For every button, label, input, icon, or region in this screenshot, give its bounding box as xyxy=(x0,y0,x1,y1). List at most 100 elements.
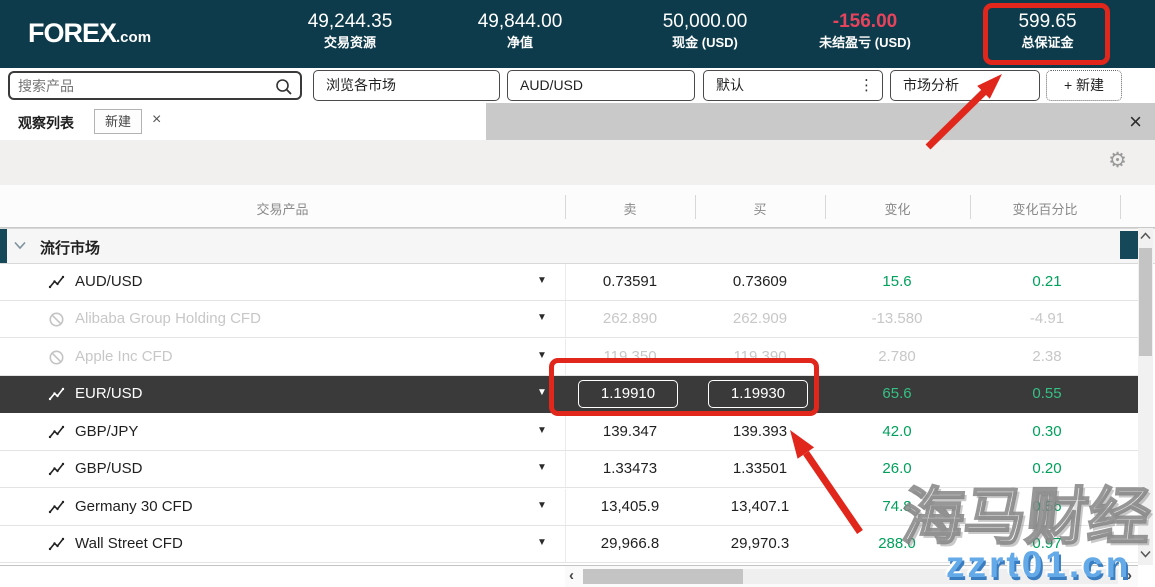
instrument-name: GBP/USD xyxy=(75,460,143,477)
change-value: -13.580 xyxy=(827,310,967,327)
blocked-icon xyxy=(48,311,65,328)
vertical-scroll-thumb[interactable] xyxy=(1139,248,1152,356)
row-dropdown-icon[interactable]: ▼ xyxy=(537,350,547,361)
buy-price[interactable]: 29,970.3 xyxy=(695,535,825,552)
chevron-down-icon[interactable] xyxy=(14,241,26,250)
sell-price[interactable]: 0.73591 xyxy=(565,273,695,290)
column-header-change: 变化 xyxy=(825,199,970,218)
sell-price[interactable]: 29,966.8 xyxy=(565,535,695,552)
change-pct-value: 0.30 xyxy=(977,423,1117,440)
stat-unrealized-pl: -156.00 未结盈亏 (USD) xyxy=(785,10,945,51)
sell-price[interactable]: 139.347 xyxy=(565,423,695,440)
change-value: 42.0 xyxy=(827,423,967,440)
scroll-down-icon[interactable] xyxy=(1140,550,1151,558)
change-value: 288.0 xyxy=(827,535,967,552)
stat-total-margin: 599.65 总保证金 xyxy=(985,10,1110,51)
product-search-box[interactable] xyxy=(8,71,302,100)
horizontal-scrollbar[interactable]: ‹ › xyxy=(565,565,1138,587)
section-accent-bar xyxy=(0,229,7,263)
row-dropdown-icon[interactable]: ▼ xyxy=(537,312,547,323)
horizontal-scroll-thumb[interactable] xyxy=(583,569,743,584)
row-dropdown-icon[interactable]: ▼ xyxy=(537,537,547,548)
change-value: 2.780 xyxy=(827,348,967,365)
tab-close-icon[interactable]: × xyxy=(152,111,161,129)
change-pct-value: 0.21 xyxy=(977,273,1117,290)
row-dropdown-icon[interactable]: ▼ xyxy=(537,387,547,398)
sell-price-button[interactable]: 1.19910 xyxy=(578,380,678,408)
change-value: 15.6 xyxy=(827,273,967,290)
table-row-gbpusd[interactable]: GBP/USD ▼ 1.33473 1.33501 26.0 0.20 xyxy=(0,451,1138,488)
search-input[interactable] xyxy=(18,74,268,97)
row-dropdown-icon[interactable]: ▼ xyxy=(537,425,547,436)
table-row-alibaba[interactable]: Alibaba Group Holding CFD ▼ 262.890 262.… xyxy=(0,301,1138,338)
instrument-name: Alibaba Group Holding CFD xyxy=(75,310,261,327)
new-tab-button[interactable]: + 新建 xyxy=(1046,70,1122,101)
buy-price: 262.909 xyxy=(695,310,825,327)
instrument-name: Germany 30 CFD xyxy=(75,498,193,515)
watchlist-tab-title: 观察列表 xyxy=(18,113,74,133)
sell-price[interactable]: 13,405.9 xyxy=(565,498,695,515)
table-row-wallstreet[interactable]: Wall Street CFD ▼ 29,966.8 29,970.3 288.… xyxy=(0,526,1138,563)
scroll-up-icon[interactable] xyxy=(1140,232,1151,240)
row-dropdown-icon[interactable]: ▼ xyxy=(537,462,547,473)
settings-gear-icon[interactable]: ⚙ xyxy=(1108,148,1127,173)
chart-icon xyxy=(48,386,65,403)
instrument-tab-audusd[interactable]: AUD/USD xyxy=(507,70,695,101)
buy-price[interactable]: 0.73609 xyxy=(695,273,825,290)
column-header-change-pct: 变化百分比 xyxy=(970,199,1120,218)
chart-icon xyxy=(48,499,65,516)
buy-price[interactable]: 1.33501 xyxy=(695,460,825,477)
column-header-buy: 买 xyxy=(695,199,825,218)
column-divider xyxy=(1120,195,1121,219)
kebab-menu-icon[interactable]: ⋮ xyxy=(859,71,874,100)
column-header-sell: 卖 xyxy=(565,199,695,218)
table-row-apple[interactable]: Apple Inc CFD ▼ 119.350 119.390 2.780 2.… xyxy=(0,339,1138,376)
instrument-name: EUR/USD xyxy=(75,385,143,402)
account-summary-bar: FOREX.com 49,244.35 交易资源 49,844.00 净值 50… xyxy=(0,0,1155,68)
buy-price[interactable]: 139.393 xyxy=(695,423,825,440)
change-pct-value: 0.55 xyxy=(977,385,1117,402)
market-analysis-button[interactable]: 市场分析 xyxy=(890,70,1040,101)
sell-price: 119.350 xyxy=(565,348,695,365)
watchlist-subheader: ⚙ xyxy=(0,140,1155,185)
change-value: 65.6 xyxy=(827,385,967,402)
chart-icon xyxy=(48,536,65,553)
layout-select-default[interactable]: 默认⋮ xyxy=(703,70,883,101)
vertical-scrollbar[interactable] xyxy=(1138,228,1153,565)
instrument-name: AUD/USD xyxy=(75,273,143,290)
row-dropdown-icon[interactable]: ▼ xyxy=(537,275,547,286)
change-pct-value: 0.97 xyxy=(977,535,1117,552)
stat-trading-resources: 49,244.35 交易资源 xyxy=(280,10,420,51)
browse-markets-button[interactable]: 浏览各市场 xyxy=(313,70,500,101)
watchlist-new-button[interactable]: 新建 xyxy=(94,109,142,134)
table-row-eurusd[interactable]: EUR/USD ▼ 1.19910 1.19930 65.6 0.55 xyxy=(0,376,1138,413)
change-pct-value: 2.38 xyxy=(977,348,1117,365)
scroll-left-icon[interactable]: ‹ xyxy=(569,567,574,584)
sell-price: 262.890 xyxy=(565,310,695,327)
horizontal-scroll-track[interactable] xyxy=(583,569,1118,584)
scroll-right-icon[interactable]: › xyxy=(1127,567,1132,584)
row-dropdown-icon[interactable]: ▼ xyxy=(537,500,547,511)
instrument-name: Wall Street CFD xyxy=(75,535,183,552)
column-divider xyxy=(970,195,971,219)
table-header: 交易产品 卖 买 变化 变化百分比 xyxy=(0,185,1155,228)
change-pct-value: -4.91 xyxy=(977,310,1117,327)
search-icon xyxy=(275,78,293,96)
table-row-germany30[interactable]: Germany 30 CFD ▼ 13,405.9 13,407.1 74.8 … xyxy=(0,489,1138,526)
panel-close-icon[interactable]: × xyxy=(1129,109,1142,135)
sell-price[interactable]: 1.33473 xyxy=(565,460,695,477)
logo-text: FOREX xyxy=(28,18,116,48)
table-row-gbpjpy[interactable]: GBP/JPY ▼ 139.347 139.393 42.0 0.30 xyxy=(0,414,1138,451)
buy-price: 119.390 xyxy=(695,348,825,365)
buy-price-button[interactable]: 1.19930 xyxy=(708,380,808,408)
chart-icon xyxy=(48,274,65,291)
watchlist-active-tab[interactable]: 观察列表 新建 × xyxy=(0,103,486,140)
change-value: 74.8 xyxy=(827,498,967,515)
instrument-name: Apple Inc CFD xyxy=(75,348,173,365)
table-row-audusd[interactable]: AUD/USD ▼ 0.73591 0.73609 15.6 0.21 xyxy=(0,264,1138,301)
change-pct-value: 0.56 xyxy=(977,498,1117,515)
blocked-icon xyxy=(48,349,65,366)
section-popular-markets[interactable]: 流行市场 xyxy=(0,228,1155,264)
buy-price[interactable]: 13,407.1 xyxy=(695,498,825,515)
column-divider xyxy=(565,195,566,219)
